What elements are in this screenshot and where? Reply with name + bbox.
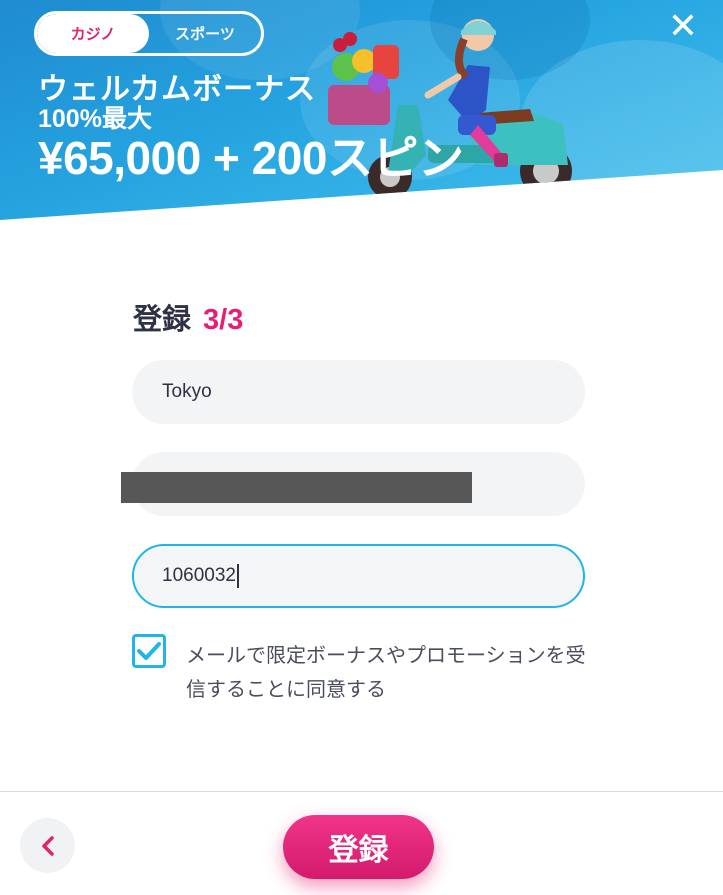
postal-code-input-value: 1060032 bbox=[162, 565, 236, 586]
city-input[interactable]: Tokyo bbox=[132, 360, 585, 424]
tab-sports[interactable]: スポーツ bbox=[149, 14, 261, 53]
promo-text: ウェルカムボーナス 100%最大 ¥65,000 + 200スピン bbox=[38, 73, 464, 185]
tab-casino[interactable]: カジノ bbox=[37, 14, 149, 53]
postal-code-input[interactable]: 1060032 bbox=[132, 544, 585, 608]
footer-divider bbox=[0, 791, 723, 792]
redacted-area bbox=[121, 472, 472, 503]
promo-headline: ウェルカムボーナス bbox=[38, 73, 317, 106]
register-button[interactable]: 登録 bbox=[283, 815, 434, 879]
promo-subheadline: 100%最大 bbox=[38, 105, 152, 133]
chevron-left-icon bbox=[41, 835, 54, 856]
checkmark-icon bbox=[137, 642, 161, 660]
form-title-label: 登録 bbox=[133, 304, 192, 336]
city-input-value: Tokyo bbox=[162, 381, 212, 402]
text-caret bbox=[236, 564, 239, 588]
product-toggle: カジノ スポーツ bbox=[34, 11, 264, 56]
consent-label: メールで限定ボーナスやプロモーションを受信することに同意する bbox=[186, 643, 586, 701]
promo-amount: ¥65,000 + 200スピン bbox=[38, 132, 464, 184]
form-step-indicator: 3/3 bbox=[203, 304, 244, 336]
promo-banner: カジノ スポーツ ウェルカムボーナス 100%最大 ¥65,000 + 200ス… bbox=[0, 0, 723, 220]
close-icon[interactable]: ✕ bbox=[666, 9, 700, 45]
back-button[interactable] bbox=[20, 818, 75, 873]
consent-checkbox[interactable] bbox=[132, 634, 166, 668]
consent-row: メールで限定ボーナスやプロモーションを受信することに同意する bbox=[132, 634, 592, 706]
form-title: 登録 3/3 bbox=[133, 296, 243, 338]
